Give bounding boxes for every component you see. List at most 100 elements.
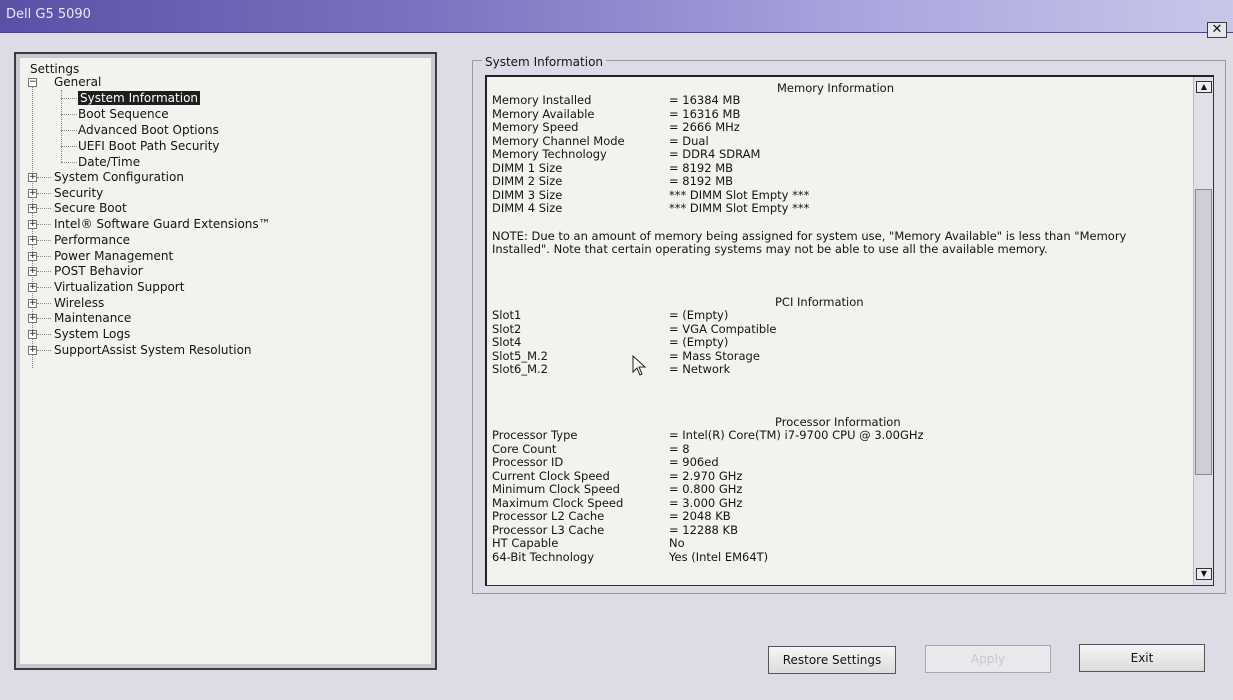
tree-connector bbox=[61, 98, 77, 99]
restore-settings-button[interactable]: Restore Settings bbox=[768, 646, 896, 674]
processor-value: = 2.970 GHz bbox=[669, 468, 743, 483]
tree-item-system-configuration[interactable]: System Configuration bbox=[54, 169, 184, 185]
scrollbar-thumb[interactable] bbox=[1195, 189, 1212, 475]
pci-label: Slot5_M.2 bbox=[492, 348, 549, 363]
pci-label: Slot2 bbox=[492, 321, 522, 336]
tree-item-system-information[interactable]: System Information bbox=[78, 90, 201, 106]
processor-label: Processor Type bbox=[492, 428, 578, 442]
expand-icon[interactable]: + bbox=[28, 330, 37, 339]
tree-item-secure-boot[interactable]: Secure Boot bbox=[54, 200, 127, 216]
mouse-pointer-icon bbox=[632, 355, 647, 376]
tree-connector bbox=[37, 334, 51, 335]
tree-item-performance[interactable]: Performance bbox=[54, 232, 130, 248]
collapse-icon[interactable]: − bbox=[28, 78, 37, 87]
tree-connector bbox=[61, 146, 77, 147]
pci-value: = VGA Compatible bbox=[669, 321, 777, 336]
expand-icon[interactable]: + bbox=[28, 188, 37, 198]
tree-connector bbox=[37, 318, 51, 320]
memory-value: = Dual bbox=[669, 133, 709, 148]
processor-value: = Intel(R) Core(TM) i7-9700 CPU @ 3.00GH… bbox=[669, 428, 924, 442]
tree-connector bbox=[37, 177, 51, 178]
memory-value: = DDR4 SDRAM bbox=[669, 147, 761, 161]
processor-label: Processor ID bbox=[492, 455, 564, 469]
expand-icon[interactable]: + bbox=[28, 204, 37, 214]
system-information-box: Memory Information Memory Installed = 163… bbox=[485, 75, 1214, 586]
processor-value: = 8 bbox=[669, 441, 690, 456]
close-button[interactable]: ✕ bbox=[1207, 22, 1227, 38]
pci-label: Slot4 bbox=[492, 335, 522, 349]
memory-value: = 8192 MB bbox=[669, 160, 734, 175]
tree-item-label: System Information bbox=[78, 91, 201, 105]
tree-item-advanced-boot-options[interactable]: Advanced Boot Options bbox=[78, 122, 219, 138]
expand-icon[interactable]: + bbox=[28, 345, 37, 355]
tree-connector bbox=[37, 239, 51, 241]
expand-icon[interactable]: + bbox=[28, 298, 37, 308]
tree-item-general[interactable]: General bbox=[54, 74, 101, 90]
tree-item-system-logs[interactable]: System Logs bbox=[54, 326, 130, 342]
tree-item-power-management[interactable]: Power Management bbox=[54, 248, 173, 264]
memory-value: *** DIMM Slot Empty *** bbox=[669, 187, 810, 202]
memory-value: = 2666 MHz bbox=[669, 120, 740, 134]
memory-heading: Memory Information bbox=[777, 81, 894, 95]
window-title: Dell G5 5090 bbox=[6, 7, 91, 22]
memory-label: Memory Technology bbox=[492, 147, 607, 161]
tree-connector bbox=[37, 224, 51, 226]
scroll-down-icon[interactable]: ▼ bbox=[1196, 568, 1212, 580]
tree-item-supportassist-system-resolution[interactable]: SupportAssist System Resolution bbox=[54, 342, 252, 358]
tree-connector bbox=[37, 192, 51, 194]
tree-connector bbox=[61, 162, 77, 163]
scroll-up-icon[interactable]: ▲ bbox=[1196, 81, 1212, 93]
tree-connector bbox=[37, 349, 51, 351]
tree-item-date-time[interactable]: Date/Time bbox=[78, 154, 140, 170]
tree-item-post-behavior[interactable]: POST Behavior bbox=[54, 263, 143, 279]
processor-heading: Processor Information bbox=[775, 415, 901, 429]
tree-item-intel-software-guard-extensions[interactable]: Intel® Software Guard Extensions™ bbox=[54, 216, 271, 232]
pci-value: = (Empty) bbox=[669, 335, 729, 349]
processor-label: 64-Bit Technology bbox=[492, 549, 595, 564]
processor-label: Maximum Clock Speed bbox=[492, 495, 624, 510]
tree-item-label: Date/Time bbox=[78, 155, 141, 169]
tree-connector bbox=[61, 130, 77, 131]
tree-item-uefi-boot-path-security[interactable]: UEFI Boot Path Security bbox=[78, 138, 220, 154]
pci-value: = Mass Storage bbox=[669, 348, 760, 363]
tree-item-label: UEFI Boot Path Security bbox=[78, 139, 220, 153]
pci-value: = Network bbox=[669, 362, 731, 376]
tree-item-security[interactable]: Security bbox=[54, 185, 103, 201]
expand-icon[interactable]: + bbox=[28, 235, 37, 245]
tree-item-maintenance[interactable]: Maintenance bbox=[54, 310, 131, 326]
expand-icon[interactable]: + bbox=[28, 267, 37, 277]
expand-icon[interactable]: + bbox=[28, 173, 37, 182]
exit-button[interactable]: Exit bbox=[1079, 644, 1205, 672]
tree-connector bbox=[61, 114, 77, 115]
memory-value: *** DIMM Slot Empty *** bbox=[669, 201, 810, 215]
tree-connector bbox=[37, 255, 51, 257]
vertical-scrollbar[interactable]: ▲ ▼ bbox=[1193, 77, 1213, 585]
tree-item-boot-sequence[interactable]: Boot Sequence bbox=[78, 106, 169, 122]
tree-connector bbox=[37, 271, 51, 273]
pci-value: = (Empty) bbox=[669, 308, 729, 322]
memory-value: = 16316 MB bbox=[669, 106, 741, 121]
expand-icon[interactable]: + bbox=[28, 314, 37, 324]
settings-tree-panel: Settings − General System Information Boo… bbox=[14, 52, 437, 670]
memory-label: Memory Channel Mode bbox=[492, 133, 625, 148]
tree-item-virtualization-support[interactable]: Virtualization Support bbox=[54, 279, 184, 295]
memory-value: = 8192 MB bbox=[669, 174, 734, 188]
expand-icon[interactable]: + bbox=[28, 251, 37, 261]
tree-item-label: Boot Sequence bbox=[78, 107, 169, 121]
memory-label: Memory Available bbox=[492, 106, 595, 121]
expand-icon[interactable]: + bbox=[28, 220, 37, 230]
expand-icon[interactable]: + bbox=[28, 282, 37, 292]
processor-value: = 0.800 GHz bbox=[669, 482, 743, 496]
tree-item-wireless[interactable]: Wireless bbox=[54, 295, 104, 311]
settings-tree: Settings − General System Information Boo… bbox=[20, 58, 431, 664]
processor-label: Current Clock Speed bbox=[492, 468, 610, 483]
tree-connector bbox=[37, 286, 51, 288]
group-title: System Information bbox=[482, 55, 607, 69]
title-bar: Dell G5 5090 bbox=[0, 0, 1233, 33]
system-information-content: Memory Information Memory Installed = 163… bbox=[487, 77, 1193, 585]
processor-label: HT Capable bbox=[492, 536, 559, 550]
memory-value: = 16384 MB bbox=[669, 93, 741, 107]
pci-label: Slot1 bbox=[492, 308, 522, 322]
memory-note: NOTE: Due to an amount of memory being a… bbox=[492, 229, 1127, 256]
apply-button[interactable]: Apply bbox=[925, 645, 1051, 673]
